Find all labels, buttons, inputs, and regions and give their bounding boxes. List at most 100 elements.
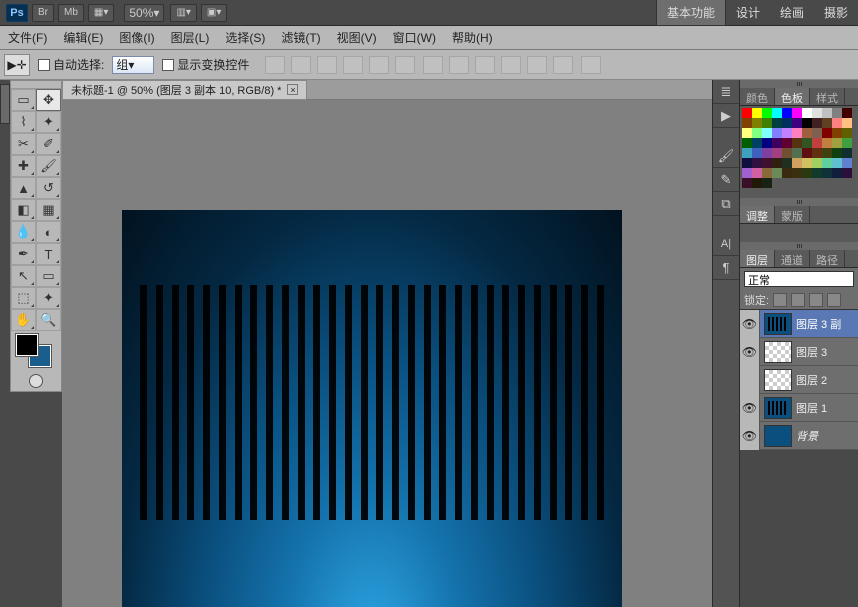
tab-layers[interactable]: 图层 — [740, 250, 775, 267]
panel-icon-para[interactable]: ¶ — [713, 256, 739, 280]
panel-icon-clone[interactable]: ⧉ — [713, 192, 739, 216]
menu-help[interactable]: 帮助(H) — [444, 29, 501, 46]
swatch[interactable] — [782, 128, 792, 138]
menu-window[interactable]: 窗口(W) — [385, 29, 444, 46]
magic-wand-tool[interactable]: ✦ — [36, 111, 61, 133]
menu-file[interactable]: 文件(F) — [0, 29, 55, 46]
panel-grip[interactable] — [740, 242, 858, 250]
dist-btn[interactable] — [475, 56, 495, 74]
align-btn[interactable] — [343, 56, 363, 74]
tab-color[interactable]: 颜色 — [740, 88, 775, 105]
swatch[interactable] — [742, 178, 752, 188]
swatch[interactable] — [812, 138, 822, 148]
swatch[interactable] — [812, 148, 822, 158]
brush-tool[interactable]: 🖌 — [36, 155, 61, 177]
swatch[interactable] — [822, 128, 832, 138]
swatch[interactable] — [782, 108, 792, 118]
swatch[interactable] — [812, 128, 822, 138]
layer-thumbnail[interactable] — [764, 313, 792, 335]
swatch[interactable] — [802, 108, 812, 118]
swatch[interactable] — [802, 138, 812, 148]
zoom-tool[interactable]: 🔍 — [36, 309, 61, 331]
hand-tool[interactable]: ✋ — [11, 309, 36, 331]
menu-image[interactable]: 图像(I) — [111, 29, 162, 46]
layer-row[interactable]: 👁图层 1 — [740, 394, 858, 422]
color-picker[interactable] — [11, 331, 61, 371]
tab-paths[interactable]: 路径 — [810, 250, 845, 267]
marquee-tool[interactable]: ▭ — [11, 89, 36, 111]
swatch[interactable] — [792, 158, 802, 168]
align-btn[interactable] — [291, 56, 311, 74]
swatch[interactable] — [752, 178, 762, 188]
shape-tool[interactable]: ▭ — [36, 265, 61, 287]
swatch[interactable] — [792, 108, 802, 118]
panel-grip[interactable] — [740, 80, 858, 88]
zoom-select[interactable]: 50% ▾ — [124, 4, 164, 22]
swatch[interactable] — [812, 108, 822, 118]
visibility-toggle-icon[interactable]: 👁 — [740, 310, 760, 338]
layer-list[interactable]: 👁图层 3 副👁图层 3图层 2👁图层 1👁背景 — [740, 310, 858, 450]
swatch[interactable] — [822, 148, 832, 158]
tab-channels[interactable]: 通道 — [775, 250, 810, 267]
swatch[interactable] — [802, 148, 812, 158]
swatch[interactable] — [742, 148, 752, 158]
layer-row[interactable]: 👁背景 — [740, 422, 858, 450]
dist-btn[interactable] — [423, 56, 443, 74]
quick-mask-toggle[interactable] — [11, 371, 61, 391]
swatch[interactable] — [782, 168, 792, 178]
swatch[interactable] — [752, 138, 762, 148]
swatch[interactable] — [832, 158, 842, 168]
show-transform-checkbox[interactable]: 显示变换控件 — [162, 56, 249, 73]
workspace-photo[interactable]: 摄影 — [814, 0, 858, 25]
layer-name[interactable]: 图层 2 — [796, 372, 858, 388]
swatch[interactable] — [752, 158, 762, 168]
swatch[interactable] — [792, 128, 802, 138]
align-btn[interactable] — [369, 56, 389, 74]
swatch[interactable] — [752, 148, 762, 158]
swatch[interactable] — [742, 168, 752, 178]
lasso-tool[interactable]: ⌇ — [11, 111, 36, 133]
swatch[interactable] — [842, 138, 852, 148]
layer-row[interactable]: 👁图层 3 — [740, 338, 858, 366]
auto-select-combo[interactable]: 组 ▾ — [112, 56, 154, 74]
swatch[interactable] — [812, 118, 822, 128]
dist-btn[interactable] — [553, 56, 573, 74]
move-tool[interactable]: ✥ — [36, 89, 61, 111]
swatch[interactable] — [762, 138, 772, 148]
swatch[interactable] — [762, 118, 772, 128]
lock-all-icon[interactable] — [827, 293, 841, 307]
swatch[interactable] — [762, 158, 772, 168]
bridge-button[interactable]: Br — [32, 4, 54, 22]
menu-filter[interactable]: 滤镜(T) — [273, 29, 328, 46]
tab-adjustments[interactable]: 调整 — [740, 206, 775, 223]
panel-grip[interactable] — [740, 198, 858, 206]
swatch[interactable] — [842, 108, 852, 118]
toolbox-grip[interactable] — [11, 81, 61, 89]
swatch[interactable] — [842, 158, 852, 168]
swatch[interactable] — [812, 168, 822, 178]
dodge-tool[interactable]: ◐ — [36, 221, 61, 243]
dist-btn[interactable] — [449, 56, 469, 74]
foreground-color[interactable] — [16, 334, 38, 356]
type-tool[interactable]: T — [36, 243, 61, 265]
swatch[interactable] — [762, 108, 772, 118]
swatch[interactable] — [802, 168, 812, 178]
tab-styles[interactable]: 样式 — [810, 88, 845, 105]
swatch[interactable] — [782, 158, 792, 168]
layer-thumbnail[interactable] — [764, 425, 792, 447]
panel-icon-brushpresets[interactable]: ✎ — [713, 168, 739, 192]
swatch[interactable] — [752, 128, 762, 138]
arrange-docs-button[interactable]: ▥▾ — [170, 4, 196, 22]
panel-icon-history[interactable]: ≣ — [713, 80, 739, 104]
swatch[interactable] — [832, 108, 842, 118]
align-btn[interactable] — [265, 56, 285, 74]
auto-select-checkbox[interactable]: 自动选择: — [38, 56, 104, 73]
panel-icon-brush[interactable]: 🖌 — [713, 144, 739, 168]
swatches-panel[interactable] — [740, 106, 858, 198]
swatch[interactable] — [822, 158, 832, 168]
swatch[interactable] — [772, 148, 782, 158]
3d-tool[interactable]: ⬚ — [11, 287, 36, 309]
layer-name[interactable]: 图层 3 — [796, 344, 858, 360]
pen-tool[interactable]: ✒ — [11, 243, 36, 265]
swatch[interactable] — [812, 158, 822, 168]
